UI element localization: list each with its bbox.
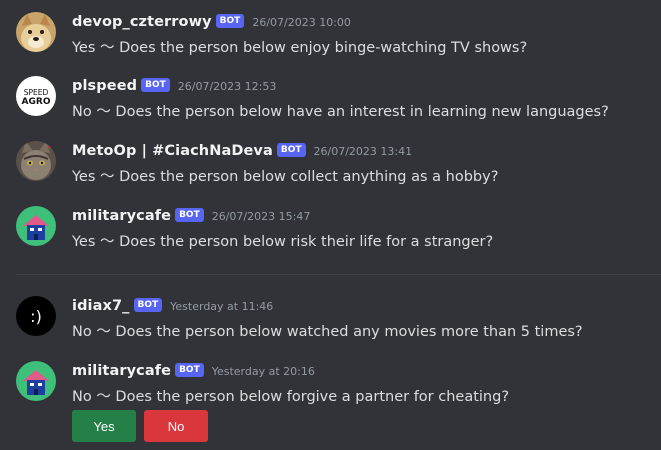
smiley-avatar[interactable]: :) xyxy=(16,296,56,336)
bot-badge: BOT xyxy=(133,298,163,312)
message: devop_czterrowy BOT 26/07/2023 10:00 Yes… xyxy=(16,12,656,64)
username[interactable]: idiax7_ xyxy=(72,298,130,314)
message-content: Yes 〜 Does the person below enjoy binge-… xyxy=(72,40,528,56)
username[interactable]: MetoOp | #CiachNaDeva xyxy=(72,143,273,159)
cat-avatar[interactable] xyxy=(16,141,56,181)
avatar-logo-text: SPEED xyxy=(24,88,49,97)
timestamp[interactable]: 26/07/2023 13:41 xyxy=(314,145,413,158)
message: :) idiax7_ BOT Yesterday at 11:46 No 〜 D… xyxy=(16,296,656,348)
username[interactable]: plspeed xyxy=(72,78,137,94)
avatar-smiley-text: :) xyxy=(30,307,42,326)
message-content: No 〜 Does the person below have an inter… xyxy=(72,104,609,120)
bot-badge: BOT xyxy=(141,78,170,92)
message: SPEED AGRO plspeed BOT 26/07/2023 12:53 … xyxy=(16,76,656,128)
message-content: Yes 〜 Does the person below collect anyt… xyxy=(72,169,499,185)
no-button[interactable]: No xyxy=(144,410,208,442)
username[interactable]: militarycafe xyxy=(72,363,171,379)
bot-badge: BOT xyxy=(175,208,204,222)
message-content: No 〜 Does the person below watched any m… xyxy=(72,324,583,340)
avatar-logo-text: AGRO xyxy=(22,97,51,107)
bot-badge: BOT xyxy=(276,143,306,157)
doge-avatar[interactable] xyxy=(16,12,56,52)
message: militarycafe BOT Yesterday at 20:16 No 〜… xyxy=(16,361,656,413)
house-avatar[interactable] xyxy=(16,361,56,401)
timestamp[interactable]: Yesterday at 11:46 xyxy=(170,300,273,313)
house-avatar[interactable] xyxy=(16,206,56,246)
username[interactable]: militarycafe xyxy=(72,208,171,224)
day-divider xyxy=(16,274,661,275)
message: militarycafe BOT 26/07/2023 15:47 Yes 〜 … xyxy=(16,206,656,258)
timestamp[interactable]: 26/07/2023 15:47 xyxy=(212,210,311,223)
username[interactable]: devop_czterrowy xyxy=(72,14,212,30)
timestamp[interactable]: 26/07/2023 12:53 xyxy=(178,80,277,93)
bot-badge: BOT xyxy=(215,14,245,28)
yes-button[interactable]: Yes xyxy=(72,410,136,442)
timestamp[interactable]: Yesterday at 20:16 xyxy=(212,365,315,378)
message: MetoOp | #CiachNaDeva BOT 26/07/2023 13:… xyxy=(16,141,656,193)
bot-badge: BOT xyxy=(175,363,204,377)
message-content: Yes 〜 Does the person below risk their l… xyxy=(72,234,494,250)
message-content: No 〜 Does the person below forgive a par… xyxy=(72,389,510,405)
speed-agro-logo-avatar[interactable]: SPEED AGRO xyxy=(16,76,56,116)
timestamp[interactable]: 26/07/2023 10:00 xyxy=(252,16,351,29)
